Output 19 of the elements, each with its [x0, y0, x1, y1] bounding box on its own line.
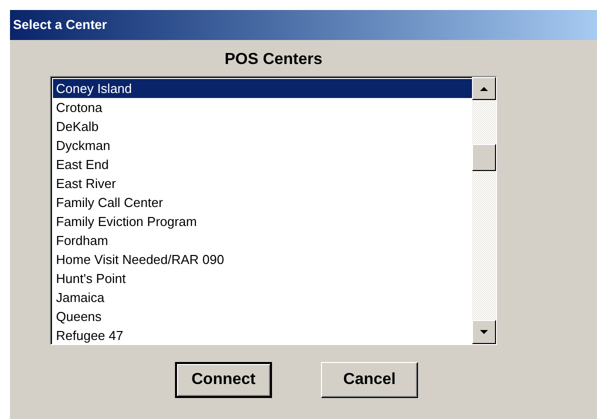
- list-item[interactable]: East River: [53, 174, 472, 193]
- list-item[interactable]: Dyckman: [53, 136, 472, 155]
- list-item[interactable]: Family Call Center: [53, 193, 472, 212]
- dialog-button[interactable]: Cancel: [321, 362, 418, 398]
- list-item[interactable]: Fordham: [53, 231, 472, 250]
- list-item[interactable]: Family Eviction Program: [53, 212, 472, 231]
- list-box[interactable]: Coney Island Crotona DeKalb Dyckman East End East River Family Call Center Family Eviction Program Fordham Home Visit Needed/RAR 090 Hunt's Point Jamaica Queens Refugee 47: [50, 76, 497, 345]
- list-item[interactable]: Coney Island: [53, 79, 472, 98]
- list-item[interactable]: Home Visit Needed/RAR 090: [53, 250, 472, 269]
- list-item[interactable]: East End: [53, 155, 472, 174]
- dialog-button[interactable]: Connect: [175, 362, 272, 398]
- list-heading: POS Centers: [224, 50, 322, 70]
- list-item[interactable]: DeKalb: [53, 117, 472, 136]
- list-item[interactable]: Crotona: [53, 98, 472, 117]
- list-item[interactable]: Refugee 47: [53, 326, 472, 345]
- window-title: Select a Center: [13, 16, 107, 34]
- list-item[interactable]: Hunt's Point: [53, 269, 472, 288]
- list-item[interactable]: Jamaica: [53, 288, 472, 307]
- list-item[interactable]: Queens: [53, 307, 472, 326]
